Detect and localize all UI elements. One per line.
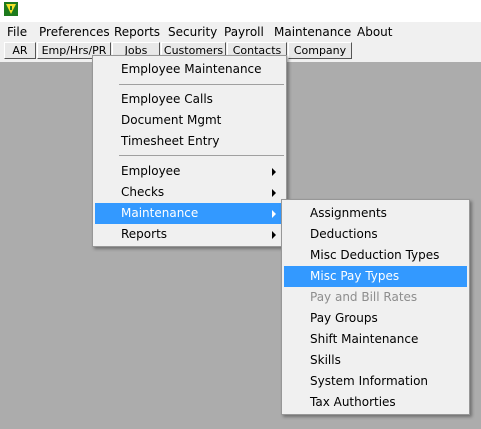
- submenu-arrow-icon: [272, 189, 276, 197]
- menu-item-misc-pay-types[interactable]: Misc Pay Types: [284, 266, 467, 287]
- menu-item-reports[interactable]: Reports: [95, 224, 284, 245]
- submenu-arrow-icon: [272, 231, 276, 239]
- menu-item-label: Deductions: [310, 227, 378, 241]
- menu-item-shift-maintenance[interactable]: Shift Maintenance: [284, 329, 467, 350]
- menu-item-label: Tax Authorties: [310, 395, 396, 409]
- menu-item-system-information[interactable]: System Information: [284, 371, 467, 392]
- menu-preferences[interactable]: Preferences: [39, 24, 110, 40]
- menu-separator: [119, 84, 284, 85]
- menu-item-employee[interactable]: Employee: [95, 161, 284, 182]
- menu-item-tax-authorities[interactable]: Tax Authorties: [284, 392, 467, 413]
- menu-item-assignments[interactable]: Assignments: [284, 203, 467, 224]
- menu-item-label: Skills: [310, 353, 341, 367]
- menu-security[interactable]: Security: [168, 24, 217, 40]
- menu-item-label: Pay Groups: [310, 311, 378, 325]
- maintenance-submenu: Assignments Deductions Misc Deduction Ty…: [281, 199, 470, 415]
- menu-item-label: Misc Deduction Types: [310, 248, 440, 262]
- menu-file[interactable]: File: [7, 24, 27, 40]
- menu-item-deductions[interactable]: Deductions: [284, 224, 467, 245]
- menu-item-label: Assignments: [310, 206, 387, 220]
- menu-item-pay-and-bill-rates: Pay and Bill Rates: [284, 287, 467, 308]
- menu-item-document-mgmt[interactable]: Document Mgmt: [95, 110, 284, 131]
- menu-item-label: Pay and Bill Rates: [310, 290, 418, 304]
- menu-item-employee-maintenance[interactable]: Employee Maintenance: [95, 59, 284, 80]
- submenu-arrow-icon: [272, 168, 276, 176]
- title-bar: [0, 0, 481, 22]
- toolbar-ar-button[interactable]: AR: [4, 42, 36, 59]
- menu-item-label: Misc Pay Types: [310, 269, 400, 283]
- toolbar-company-button[interactable]: Company: [288, 42, 352, 59]
- menu-item-label: Checks: [121, 185, 165, 199]
- menu-item-label: Reports: [121, 227, 168, 241]
- menu-separator: [119, 155, 284, 156]
- menu-item-employee-calls[interactable]: Employee Calls: [95, 89, 284, 110]
- menu-maintenance[interactable]: Maintenance: [274, 24, 351, 40]
- menu-item-label: Employee Calls: [121, 92, 213, 106]
- menu-item-label: Shift Maintenance: [310, 332, 419, 346]
- menu-payroll[interactable]: Payroll: [224, 24, 264, 40]
- menu-bar: File Preferences Reports Security Payrol…: [0, 22, 481, 41]
- menu-reports[interactable]: Reports: [114, 24, 160, 40]
- menu-item-label: Employee Maintenance: [121, 62, 262, 76]
- menu-item-skills[interactable]: Skills: [284, 350, 467, 371]
- menu-about[interactable]: About: [357, 24, 392, 40]
- menu-item-misc-deduction-types[interactable]: Misc Deduction Types: [284, 245, 467, 266]
- menu-item-label: Employee: [121, 164, 181, 178]
- menu-item-timesheet-entry[interactable]: Timesheet Entry: [95, 131, 284, 152]
- menu-item-pay-groups[interactable]: Pay Groups: [284, 308, 467, 329]
- menu-item-maintenance[interactable]: Maintenance: [95, 203, 284, 224]
- menu-item-label: Document Mgmt: [121, 113, 222, 127]
- menu-item-checks[interactable]: Checks: [95, 182, 284, 203]
- menu-item-label: Maintenance: [121, 206, 199, 220]
- payroll-dropdown-menu: Employee Maintenance Employee Calls Docu…: [92, 55, 287, 247]
- submenu-arrow-icon: [272, 210, 276, 218]
- app-logo-icon[interactable]: [4, 2, 18, 16]
- menu-item-label: Timesheet Entry: [121, 134, 220, 148]
- menu-item-label: System Information: [310, 374, 429, 388]
